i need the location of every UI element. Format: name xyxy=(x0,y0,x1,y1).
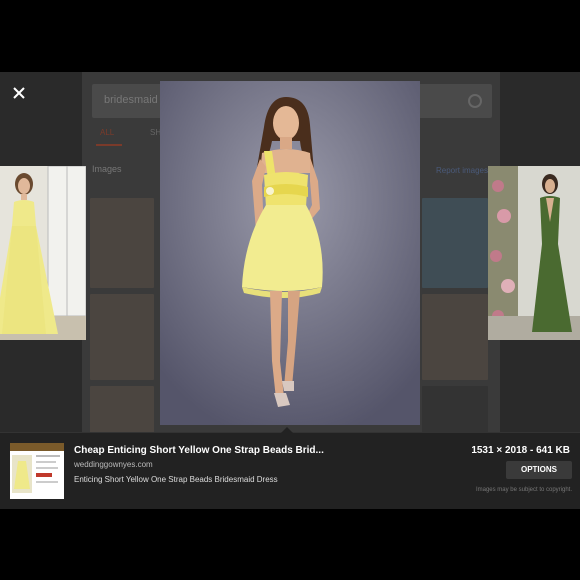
tab-all: ALL xyxy=(100,128,115,137)
grid-thumbnail xyxy=(422,198,488,288)
grid-thumbnail xyxy=(90,294,154,380)
report-images-link: Report images xyxy=(435,166,488,175)
images-section-label: Images xyxy=(92,164,122,174)
main-image[interactable] xyxy=(160,81,420,425)
copyright-note: Images may be subject to copyright. xyxy=(475,487,572,493)
image-info-panel: Cheap Enticing Short Yellow One Strap Be… xyxy=(0,427,580,509)
dress-model-picture xyxy=(160,81,420,425)
options-button[interactable]: OPTIONS xyxy=(506,461,572,479)
panel-caret xyxy=(281,427,293,433)
previous-image[interactable] xyxy=(0,166,86,340)
close-button[interactable] xyxy=(8,82,30,104)
previous-image-picture xyxy=(0,166,86,340)
source-domain[interactable]: weddinggownyes.com xyxy=(74,460,153,469)
image-description: Enticing Short Yellow One Strap Beads Br… xyxy=(74,475,278,484)
image-dimensions: 1531 × 2018 - 641 KB xyxy=(471,445,570,456)
next-image[interactable] xyxy=(488,166,580,340)
active-tab-indicator xyxy=(96,144,122,146)
close-icon xyxy=(13,87,25,99)
grid-thumbnail xyxy=(90,198,154,288)
next-image-picture xyxy=(488,166,580,340)
source-page-picture xyxy=(10,443,64,499)
grid-thumbnail xyxy=(422,294,488,380)
source-page-thumbnail[interactable] xyxy=(10,443,64,499)
search-icon xyxy=(468,94,482,108)
image-title[interactable]: Cheap Enticing Short Yellow One Strap Be… xyxy=(74,445,324,456)
